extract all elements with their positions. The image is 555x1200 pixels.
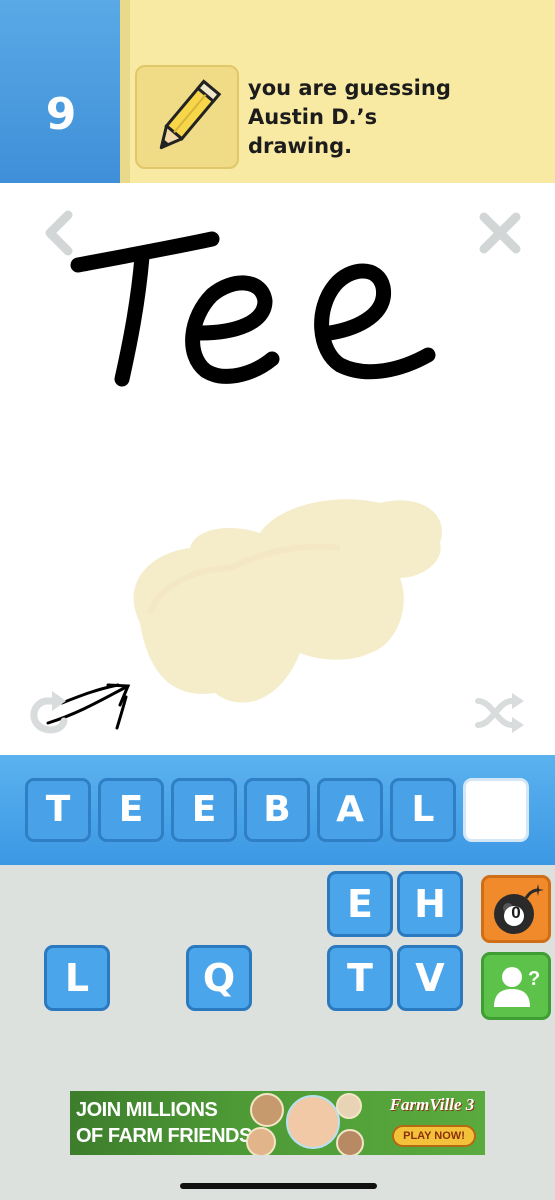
- answer-slot[interactable]: L: [390, 778, 456, 842]
- ad-line: OF FARM FRIENDS: [76, 1125, 252, 1147]
- draw-something-guess-screen: 9 you are guessing Austin D.’s drawing.: [0, 0, 555, 1200]
- bomb-button[interactable]: 0: [481, 875, 551, 943]
- answer-slot[interactable]: B: [244, 778, 310, 842]
- drawing: [46, 231, 442, 730]
- back-arrow-icon[interactable]: [30, 203, 90, 263]
- letter-key-t[interactable]: T: [327, 945, 393, 1011]
- home-indicator[interactable]: [180, 1183, 377, 1189]
- ad-headline: JOIN MILLIONS OF FARM FRIENDS: [76, 1097, 252, 1149]
- answer-slot-empty[interactable]: [463, 778, 529, 842]
- replay-icon[interactable]: [22, 683, 82, 743]
- bomb-count: 0: [511, 903, 521, 922]
- letter-key-l[interactable]: L: [44, 945, 110, 1011]
- person-question-icon: ?: [494, 967, 540, 1007]
- play-now-button[interactable]: PLAY NOW!: [392, 1125, 476, 1147]
- svg-text:?: ?: [528, 968, 540, 990]
- ad-banner[interactable]: JOIN MILLIONS OF FARM FRIENDS FarmVille …: [70, 1091, 485, 1155]
- answer-slot[interactable]: E: [171, 778, 237, 842]
- turn-line: Austin D.’s: [248, 105, 378, 129]
- drawn-text-tee: [70, 231, 436, 387]
- drawn-blob: [133, 499, 442, 703]
- farmville-logo: FarmVille 3: [389, 1095, 475, 1114]
- letter-key-e[interactable]: E: [327, 871, 393, 937]
- score-count: 9: [45, 89, 77, 140]
- letter-key-q[interactable]: Q: [186, 945, 252, 1011]
- close-icon[interactable]: [470, 203, 530, 263]
- answer-slot[interactable]: A: [317, 778, 383, 842]
- letter-key-h[interactable]: H: [397, 871, 463, 937]
- answer-slot[interactable]: E: [98, 778, 164, 842]
- shuffle-icon[interactable]: [470, 683, 530, 743]
- letter-key-v[interactable]: V: [397, 945, 463, 1011]
- turn-header: 9 you are guessing Austin D.’s drawing.: [0, 0, 555, 183]
- ad-face-image: [250, 1093, 284, 1127]
- ad-face-image: [286, 1095, 340, 1149]
- ad-face-image: [336, 1129, 364, 1155]
- turn-line: drawing.: [248, 134, 353, 158]
- pencil-icon: [135, 65, 239, 169]
- ad-face-image: [246, 1127, 276, 1155]
- turn-description: you are guessing Austin D.’s drawing.: [248, 74, 538, 161]
- hint-button[interactable]: ?: [481, 952, 551, 1020]
- turn-line: you are guessing: [248, 76, 451, 100]
- ad-line: JOIN MILLIONS: [76, 1099, 218, 1121]
- answer-slot[interactable]: T: [25, 778, 91, 842]
- ad-face-image: [336, 1093, 362, 1119]
- drawing-canvas: [0, 183, 555, 755]
